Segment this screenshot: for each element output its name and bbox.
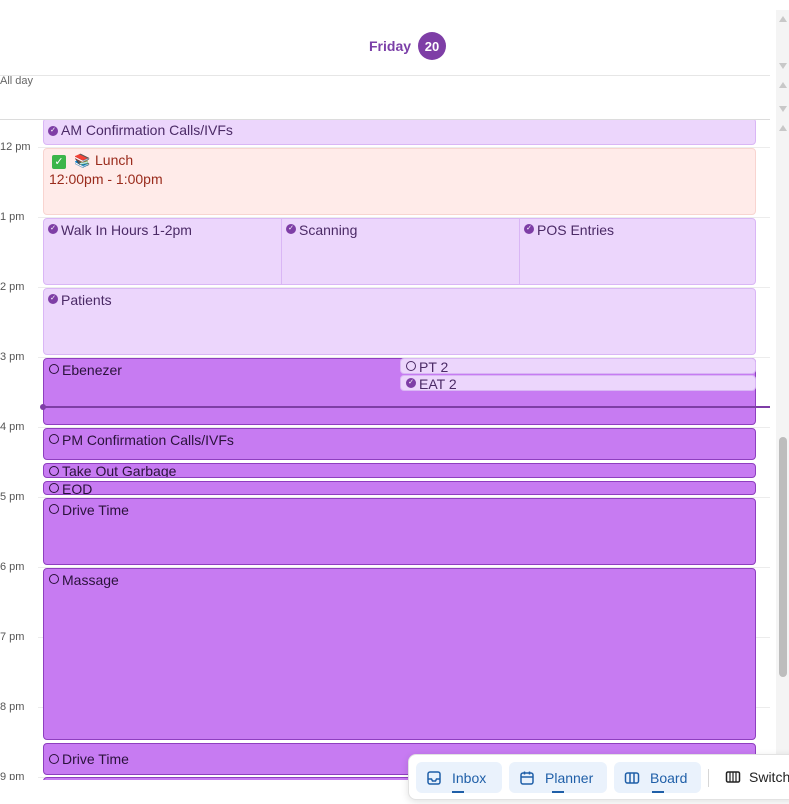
scroll-up-arrow-icon[interactable] [779,125,787,131]
event-scanning[interactable]: ✓ Scanning [281,218,520,285]
event-title: EOD [62,481,93,495]
event-time: 12:00pm - 1:00pm [49,171,163,187]
time-grid[interactable]: 12 pm 1 pm 2 pm 3 pm 4 pm 5 pm 6 pm 7 pm… [0,120,770,780]
hour-label: 7 pm [0,631,25,643]
event-take-out-garbage[interactable]: Take Out Garbage [43,463,756,478]
planner-label: Planner [545,769,594,786]
event-title: POS Entries [537,222,615,238]
event-patients[interactable]: ✓ Patients [43,288,756,355]
check-circle-icon[interactable]: ✓ [48,224,58,234]
hour-label: 6 pm [0,561,25,573]
circle-outline-icon[interactable] [406,361,416,371]
circle-outline-icon[interactable] [49,754,59,764]
scroll-up-arrow-icon[interactable] [779,82,787,88]
books-icon: 📚 [74,153,91,168]
board-columns-icon [624,770,640,786]
event-title: EAT 2 [419,376,457,391]
scroll-down-arrow-icon[interactable] [779,63,787,69]
circle-outline-icon[interactable] [49,466,59,476]
event-title: PM Confirmation Calls/IVFs [62,432,234,448]
planner-underline [552,791,564,793]
day-name[interactable]: Friday [369,38,411,54]
circle-outline-icon[interactable] [49,483,59,493]
switch-button[interactable]: Switch [725,769,789,785]
planner-button[interactable]: Planner [509,762,607,793]
scroll-down-arrow-icon[interactable] [779,106,787,112]
hour-label: 2 pm [0,281,25,293]
hour-label: 4 pm [0,421,25,433]
day-number-badge[interactable]: 20 [418,32,446,60]
hour-label: 8 pm [0,701,25,713]
circle-outline-icon[interactable] [49,364,59,374]
event-pos-entries[interactable]: ✓ POS Entries [519,218,756,285]
event-drive-time[interactable]: Drive Time [43,498,756,565]
scrollbar-thumb[interactable] [779,437,787,677]
circle-outline-icon[interactable] [49,434,59,444]
event-lunch[interactable]: ✓ 📚 Lunch 12:00pm - 1:00pm [43,148,756,215]
event-title: Take Out Garbage [62,463,177,478]
event-pt-2[interactable]: PT 2 [400,358,756,374]
day-header: Friday 20 All day [0,0,789,120]
hour-label: 1 pm [0,211,25,223]
event-title: Ebenezer [62,362,122,378]
event-am-confirmation[interactable]: ✓ AM Confirmation Calls/IVFs [43,120,756,145]
inbox-icon [426,770,442,786]
current-time-dot [40,404,46,410]
checkbox-checked-icon[interactable]: ✓ [52,155,66,169]
hour-label: 12 pm [0,141,31,153]
inbox-button[interactable]: Inbox [416,762,502,793]
event-title: Drive Time [62,502,129,518]
hour-label: 9 pm [0,771,25,780]
event-pm-confirmation[interactable]: PM Confirmation Calls/IVFs [43,428,756,460]
event-title: Walk In Hours 1-2pm [61,222,192,238]
event-title: AM Confirmation Calls/IVFs [61,122,233,138]
board-label: Board [650,769,688,786]
calendar-icon [519,770,535,786]
event-title: Scanning [299,222,358,238]
event-title: Patients [61,292,112,308]
circle-outline-icon[interactable] [49,574,59,584]
circle-outline-icon[interactable] [49,504,59,514]
check-circle-icon[interactable]: ✓ [524,224,534,234]
header-divider [0,75,770,76]
event-massage[interactable]: Massage [43,568,756,740]
switch-label: Switch [749,769,789,785]
all-day-label: All day [0,75,34,87]
bottom-toolbar: Inbox Planner Board Switch [408,754,789,800]
check-circle-icon[interactable]: ✓ [406,378,416,388]
event-eod[interactable]: EOD [43,481,756,495]
check-circle-icon[interactable]: ✓ [48,294,58,304]
event-title: PT 2 [419,359,449,374]
inbox-underline [452,791,464,793]
switch-icon [725,769,741,785]
event-title: Lunch [95,152,134,168]
event-title: Drive Time [62,751,129,767]
event-title: Massage [62,572,119,588]
board-underline [652,791,664,793]
hour-label: 3 pm [0,351,25,363]
scroll-up-arrow-icon[interactable] [779,16,787,22]
inbox-label: Inbox [452,769,487,786]
current-time-line [42,406,770,408]
hour-label: 5 pm [0,491,25,503]
event-eat-2[interactable]: ✓ EAT 2 [400,375,756,391]
check-circle-icon[interactable]: ✓ [286,224,296,234]
check-circle-icon[interactable]: ✓ [48,126,58,136]
toolbar-divider [708,769,709,787]
board-button[interactable]: Board [614,762,701,793]
event-walk-in-hours[interactable]: ✓ Walk In Hours 1-2pm [43,218,282,285]
